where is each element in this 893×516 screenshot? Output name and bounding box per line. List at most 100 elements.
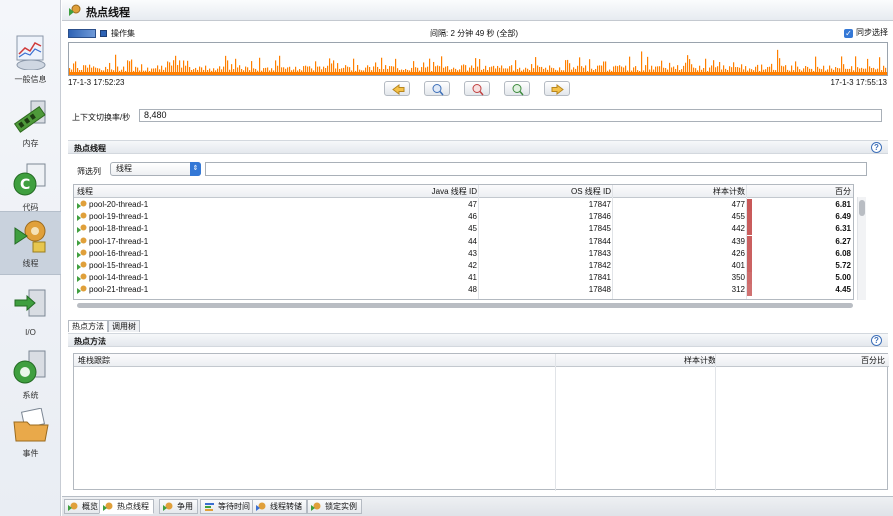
- activity-spike: [471, 65, 473, 73]
- activity-spike: [719, 61, 721, 73]
- activity-spike: [319, 66, 321, 73]
- tab-wait-time[interactable]: 等待时间: [200, 499, 255, 514]
- activity-spike: [563, 70, 565, 73]
- activity-spike: [521, 70, 523, 73]
- activity-spike: [311, 68, 313, 73]
- sidebar-item-label: 系统: [22, 391, 39, 400]
- activity-spike: [117, 66, 119, 73]
- sidebar-item-general[interactable]: 一般信息: [0, 28, 61, 92]
- tab-lock-instances[interactable]: 锁定实例: [307, 499, 362, 514]
- activity-spike: [113, 70, 115, 73]
- table-row[interactable]: pool-17-thread-1 44 17844 439 6.27: [74, 235, 853, 248]
- activity-spike: [261, 70, 263, 73]
- timeline-chart[interactable]: [68, 42, 888, 76]
- scroll-thumb[interactable]: [77, 303, 853, 308]
- activity-spike: [241, 68, 243, 73]
- sidebar-item-threads[interactable]: 线程: [0, 211, 61, 275]
- activity-spike: [397, 68, 399, 73]
- tab-contention[interactable]: 争用: [159, 499, 198, 514]
- activity-spike: [157, 65, 159, 73]
- sidebar: 一般信息 内存 C 代码 线程 I/O 系统 事件: [0, 0, 61, 516]
- activity-spike: [709, 67, 711, 73]
- activity-spike: [573, 67, 575, 73]
- zoom-out-button[interactable]: [464, 81, 490, 96]
- activity-spike: [625, 65, 627, 73]
- activity-spike: [285, 68, 287, 73]
- tab-call-tree[interactable]: 调用树: [108, 320, 140, 332]
- sidebar-item-memory[interactable]: 内存: [0, 92, 61, 156]
- activity-spike: [843, 64, 845, 73]
- activity-spike: [107, 69, 109, 73]
- activity-spike: [545, 67, 547, 73]
- sample-bar: [747, 272, 752, 285]
- column-header-percent[interactable]: 百分比: [861, 355, 885, 366]
- filter-column-select[interactable]: 线程 ⇕: [110, 162, 201, 176]
- activity-spike: [489, 67, 491, 73]
- activity-spike: [537, 65, 539, 73]
- activity-spike: [445, 66, 447, 73]
- tab-overview[interactable]: 概览: [64, 499, 103, 514]
- sidebar-item-label: 线程: [22, 259, 39, 268]
- sidebar-item-events[interactable]: 事件: [0, 402, 61, 466]
- table-row[interactable]: pool-20-thread-1 47 17847 477 6.81: [74, 199, 853, 211]
- activity-spike: [763, 69, 765, 73]
- activity-spike: [477, 66, 479, 73]
- zoom-in-button[interactable]: [424, 81, 450, 96]
- activity-spike: [739, 67, 741, 73]
- column-header-thread[interactable]: 线程: [77, 186, 93, 197]
- sample-bar: [747, 211, 752, 224]
- scroll-thumb[interactable]: [859, 200, 865, 216]
- tab-hot-methods[interactable]: 热点方法: [68, 320, 108, 332]
- column-divider: [715, 354, 716, 491]
- column-header-java-id[interactable]: Java 线程 ID: [432, 186, 477, 197]
- activity-spike: [485, 65, 487, 73]
- scroll-left-button[interactable]: [384, 81, 410, 96]
- tab-thread-dump[interactable]: 线程转储: [252, 499, 307, 514]
- activity-spike: [639, 70, 641, 73]
- thread-icon: [77, 212, 87, 222]
- activity-spike: [287, 67, 289, 73]
- horizontal-scrollbar[interactable]: [75, 302, 855, 310]
- table-row[interactable]: pool-18-thread-1 45 17845 442 6.31: [74, 223, 853, 236]
- column-header-percent[interactable]: 百分: [835, 186, 851, 197]
- activity-spike: [337, 63, 339, 73]
- memory-module-icon: [13, 100, 46, 133]
- tab-hot-threads[interactable]: 热点线程: [99, 499, 154, 514]
- os-thread-id: 17847: [588, 200, 611, 209]
- activity-spike: [779, 58, 781, 73]
- activity-spike: [105, 66, 107, 73]
- column-header-samples[interactable]: 样本计数: [713, 186, 745, 197]
- activity-spike: [673, 66, 675, 73]
- activity-spike: [773, 69, 775, 73]
- help-icon[interactable]: ?: [871, 142, 882, 153]
- activity-spike: [665, 67, 667, 73]
- sidebar-item-system[interactable]: 系统: [0, 344, 61, 408]
- column-header-stack-trace[interactable]: 堆栈跟踪: [78, 355, 110, 366]
- sync-selection-checkbox[interactable]: ✓ 同步选择: [844, 27, 888, 38]
- activity-spike: [449, 69, 451, 73]
- help-icon[interactable]: ?: [871, 335, 882, 346]
- table-row[interactable]: pool-19-thread-1 46 17846 455 6.49: [74, 211, 853, 224]
- zoom-fit-button[interactable]: [504, 81, 530, 96]
- activity-spike: [783, 66, 785, 73]
- table-row[interactable]: pool-15-thread-1 42 17842 401 5.72: [74, 260, 853, 272]
- activity-spike: [429, 58, 431, 73]
- table-row[interactable]: pool-21-thread-1 48 17848 312 4.45: [74, 284, 853, 297]
- activity-spike: [409, 70, 411, 73]
- sidebar-item-label: 一般信息: [14, 75, 47, 84]
- filter-input[interactable]: [205, 162, 867, 176]
- activity-spike: [745, 66, 747, 73]
- vertical-scrollbar[interactable]: [857, 197, 866, 300]
- column-header-os-id[interactable]: OS 线程 ID: [571, 186, 611, 197]
- column-header-samples[interactable]: 样本计数: [684, 355, 716, 366]
- activity-spike: [411, 67, 413, 73]
- sidebar-item-label: I/O: [25, 328, 36, 337]
- activity-spike: [361, 70, 363, 73]
- activity-spike: [139, 70, 141, 73]
- scroll-right-button[interactable]: [544, 81, 570, 96]
- table-row[interactable]: pool-14-thread-1 41 17841 350 5.00: [74, 272, 853, 285]
- activity-spike: [777, 49, 779, 73]
- sidebar-item-io[interactable]: I/O: [0, 282, 61, 346]
- table-row[interactable]: pool-16-thread-1 43 17843 426 6.08: [74, 247, 853, 260]
- activity-spike: [859, 68, 861, 73]
